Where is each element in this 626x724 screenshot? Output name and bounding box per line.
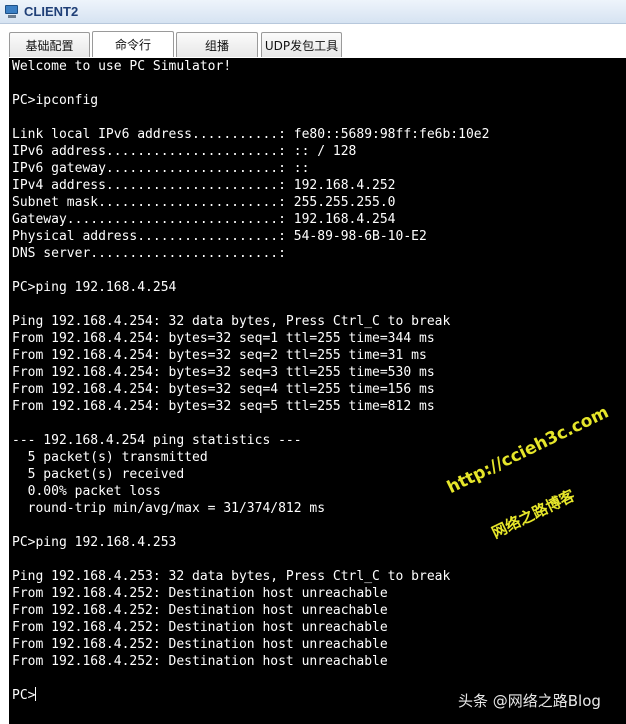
terminal-console[interactable]: Welcome to use PC Simulator! PC>ipconfig… <box>9 58 626 724</box>
title-bar: CLIENT2 <box>0 0 626 24</box>
tab-udp-tool[interactable]: UDP发包工具 <box>261 32 342 57</box>
text-cursor <box>35 687 37 701</box>
tab-basic-config[interactable]: 基础配置 <box>9 32 90 57</box>
window-title: CLIENT2 <box>24 4 79 19</box>
tab-command-line[interactable]: 命令行 <box>92 31 174 57</box>
computer-icon <box>4 4 20 20</box>
tab-multicast[interactable]: 组播 <box>176 32 258 57</box>
watermark-footer: 头条 @网络之路Blog <box>458 692 601 710</box>
tab-strip: 基础配置 命令行 组播 UDP发包工具 <box>0 24 626 58</box>
terminal-output: Welcome to use PC Simulator! PC>ipconfig… <box>12 59 490 703</box>
